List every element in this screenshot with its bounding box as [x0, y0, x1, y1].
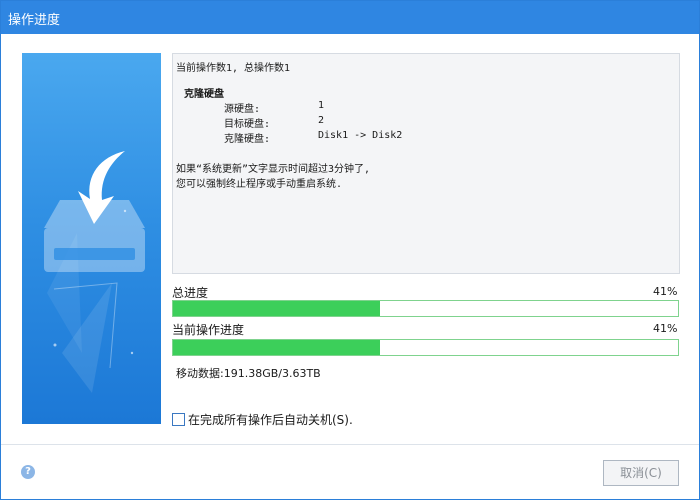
clone-disk-label: 克隆硬盘:: [224, 134, 271, 145]
target-disk-label: 目标硬盘:: [224, 119, 271, 130]
operation-summary: 当前操作数1, 总操作数1 克隆硬盘 源硬盘: 1 目标硬盘: 2 克隆硬盘: …: [172, 53, 680, 274]
shutdown-checkbox[interactable]: [172, 413, 185, 426]
current-progress-bar: [172, 339, 679, 356]
progress-dialog: 操作进度 当前操作数1, 总操作数1 克隆硬盘 源硬盘: 1 目标硬盘: 2 克…: [0, 0, 700, 500]
current-progress-percent: 41%: [653, 322, 678, 335]
overall-progress-percent: 41%: [653, 285, 678, 298]
help-icon[interactable]: ?: [21, 465, 35, 479]
current-progress-label: 当前操作进度: [172, 323, 245, 337]
note-line-2: 您可以强制终止程序或手动重启系统.: [176, 179, 343, 190]
overall-progress-bar: [172, 300, 679, 317]
overall-progress-label: 总进度: [172, 286, 209, 300]
cancel-button[interactable]: 取消(C): [603, 460, 679, 486]
section-title: 克隆硬盘: [184, 89, 224, 100]
moved-data-text: 移动数据:191.38GB/3.63TB: [176, 367, 321, 380]
source-disk-label: 源硬盘:: [224, 104, 261, 115]
current-progress-fill: [173, 340, 381, 355]
target-disk-value: 2: [318, 115, 325, 126]
shutdown-checkbox-label[interactable]: 在完成所有操作后自动关机(S).: [188, 411, 353, 428]
window-title: 操作进度: [8, 13, 61, 28]
clone-disk-value: Disk1 -> Disk2: [318, 130, 403, 141]
source-disk-value: 1: [318, 100, 325, 111]
overall-progress-fill: [173, 301, 381, 316]
side-illustration: [22, 53, 161, 424]
title-bar[interactable]: 操作进度: [1, 1, 699, 34]
footer-divider: [1, 444, 699, 445]
operation-count-text: 当前操作数1, 总操作数1: [176, 63, 291, 74]
note-line-1: 如果“系统更新”文字显示时间超过3分钟了,: [176, 164, 371, 175]
disk-clone-illustration: [44, 151, 145, 393]
